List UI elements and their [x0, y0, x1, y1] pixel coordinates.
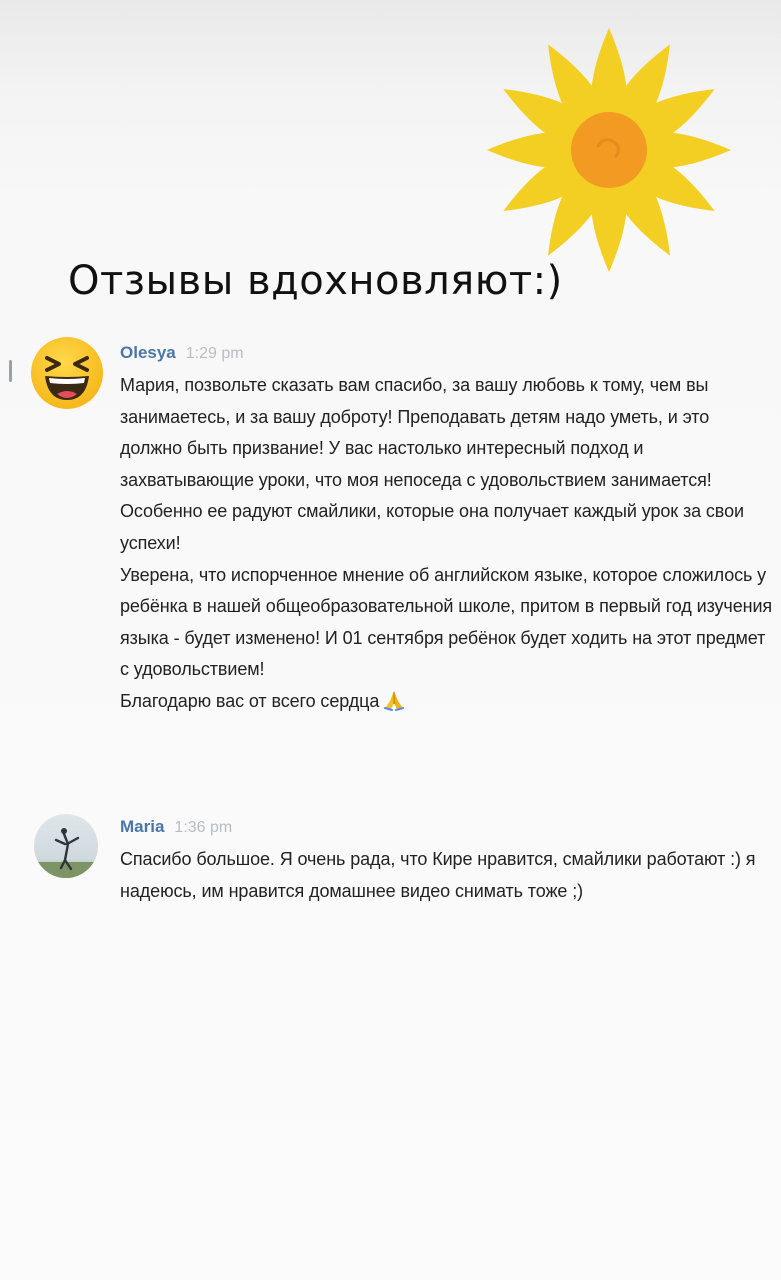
message-body: Maria 1:36 pm Спасибо большое. Я очень ра… [120, 816, 775, 907]
message-paragraph: Благодарю вас от всего сердца [120, 686, 775, 718]
page-title: Отзывы вдохновляют:) [68, 258, 563, 304]
message-header: Maria 1:36 pm [120, 816, 775, 838]
unread-marker [9, 360, 12, 382]
message-paragraph-text: Благодарю вас от всего сердца [120, 690, 380, 711]
message-body: Olesya 1:29 pm Мария, позвольте сказать в… [120, 342, 775, 718]
message-text: Спасибо большое. Я очень рада, что Кире … [120, 844, 775, 907]
author-name[interactable]: Maria [120, 817, 164, 836]
sun-icon [487, 28, 731, 272]
author-name[interactable]: Olesya [120, 343, 176, 362]
message-paragraph: Уверена, что испорченное мнение об англи… [120, 564, 773, 680]
message-paragraph: Мария, позвольте сказать вам спасибо, за… [120, 375, 744, 553]
photo-avatar [34, 814, 98, 878]
message-text: Мария, позвольте сказать вам спасибо, за… [120, 370, 775, 718]
message-paragraph: Спасибо большое. Я очень рада, что Кире … [120, 849, 756, 901]
message-header: Olesya 1:29 pm [120, 342, 775, 364]
message-time: 1:29 pm [185, 345, 244, 362]
avatar[interactable] [30, 336, 104, 410]
story-screen: Отзывы вдохновляют:) Olesya 1:29 pm Мари… [0, 0, 781, 1280]
praying-hands-icon [384, 690, 405, 711]
laughing-emoji-icon [31, 337, 103, 409]
avatar[interactable] [30, 810, 104, 884]
message-time: 1:36 pm [174, 819, 233, 836]
